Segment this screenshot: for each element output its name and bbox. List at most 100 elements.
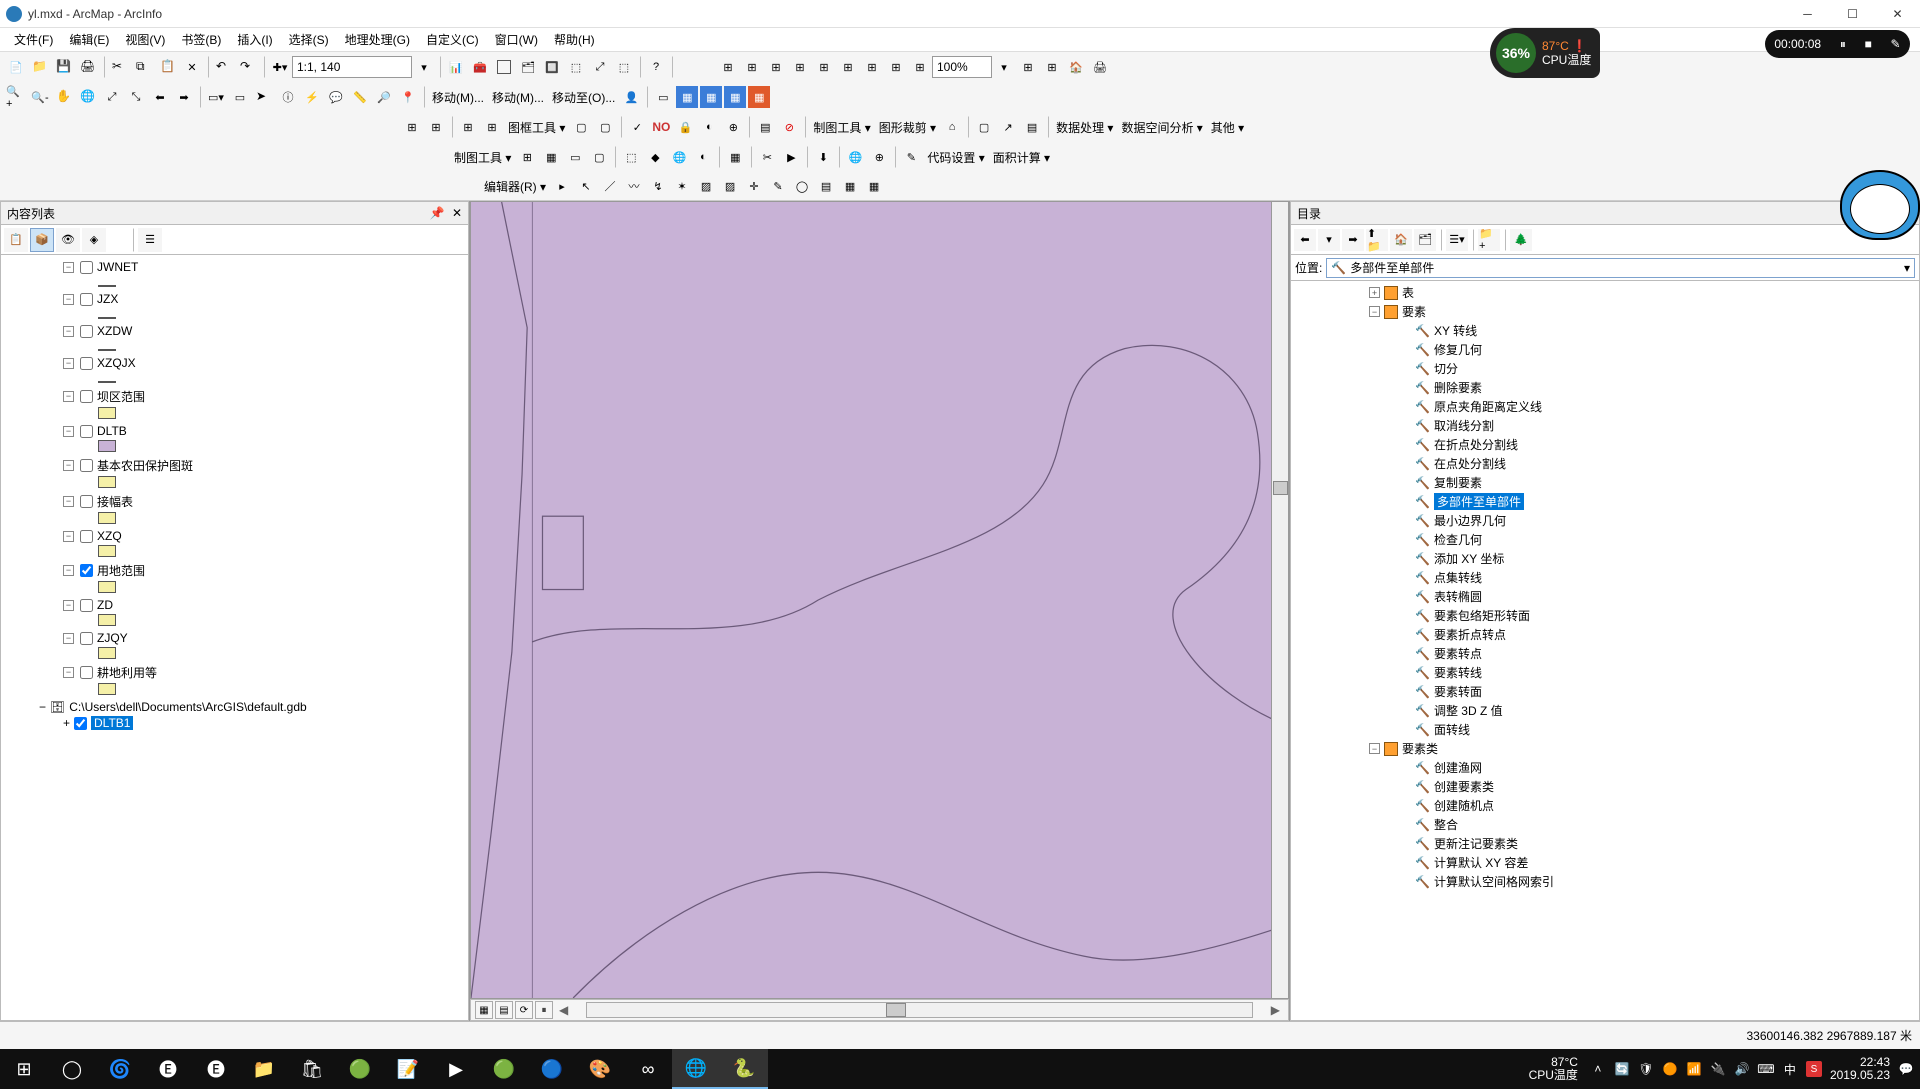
- select-features[interactable]: ▭▾: [205, 86, 227, 108]
- goto-xy[interactable]: 📍: [397, 86, 419, 108]
- select-arrow[interactable]: [253, 86, 275, 108]
- menu-customize[interactable]: 自定义(C): [418, 29, 487, 50]
- delete-button[interactable]: ✕: [181, 56, 203, 78]
- identify-button[interactable]: ⓘ: [277, 86, 299, 108]
- gdb-layer-row[interactable]: + DLTB1: [3, 715, 466, 731]
- expand-icon[interactable]: −: [63, 600, 74, 611]
- cat-tool-item[interactable]: 🔨 面转线: [1293, 720, 1917, 739]
- task-browser[interactable]: 🟢: [480, 1049, 528, 1089]
- draw-tool-d[interactable]: ▦: [748, 86, 770, 108]
- move-m-2[interactable]: 移动(M)...: [488, 89, 548, 106]
- tbtn-d[interactable]: ⬚: [565, 56, 587, 78]
- tbtn-g3[interactable]: ⊞: [765, 56, 787, 78]
- toc-list-by-drawing[interactable]: 📋: [4, 228, 28, 252]
- tbtn-f[interactable]: ⬚: [613, 56, 635, 78]
- tbtn-a[interactable]: [493, 56, 515, 78]
- layer-row[interactable]: − XZQ: [3, 528, 466, 544]
- cat-tool-item[interactable]: 🔨 在折点处分割线: [1293, 435, 1917, 454]
- tray-cpu[interactable]: 87°C CPU温度: [1529, 1056, 1578, 1082]
- layer-checkbox[interactable]: [80, 495, 93, 508]
- r4-f[interactable]: ◆: [644, 146, 666, 168]
- expand-icon[interactable]: −: [63, 262, 74, 273]
- cortana-button[interactable]: ◯: [48, 1049, 96, 1089]
- menu-bookmarks[interactable]: 书签(B): [173, 29, 229, 50]
- menu-selection[interactable]: 选择(S): [281, 29, 337, 50]
- cat-tool-item[interactable]: 🔨 表转椭圆: [1293, 587, 1917, 606]
- layer-checkbox[interactable]: [80, 390, 93, 403]
- layer-checkbox[interactable]: [80, 425, 93, 438]
- r4-a[interactable]: ⊞: [516, 146, 538, 168]
- tbtn-b[interactable]: 🗂: [517, 56, 539, 78]
- redo-button[interactable]: [237, 56, 259, 78]
- layer-checkbox[interactable]: [80, 632, 93, 645]
- tk-f[interactable]: ⊕: [722, 116, 744, 138]
- cat-tool-item[interactable]: 🔨 取消线分割: [1293, 416, 1917, 435]
- cat-back[interactable]: ⬅: [1294, 229, 1316, 251]
- cat-connect-folder[interactable]: 📁+: [1478, 229, 1500, 251]
- r4-g[interactable]: 🌐: [668, 146, 690, 168]
- task-edge[interactable]: 🅔: [192, 1049, 240, 1089]
- menu-file[interactable]: 文件(F): [6, 29, 61, 50]
- move-tool[interactable]: 👤: [620, 86, 642, 108]
- layer-symbol[interactable]: [98, 647, 116, 659]
- cpu-widget[interactable]: 36% 87°C ❗ CPU温度: [1490, 28, 1600, 78]
- tbtn-h2[interactable]: ⊞: [1041, 56, 1063, 78]
- fixed-zoom-in[interactable]: ⤢: [101, 86, 123, 108]
- cat-tree-options[interactable]: 🌲: [1510, 229, 1532, 251]
- menu-geoprocessing[interactable]: 地理处理(G): [337, 29, 418, 50]
- expand-icon[interactable]: −: [63, 667, 74, 678]
- open-button[interactable]: [29, 56, 51, 78]
- layer-symbol[interactable]: [98, 683, 116, 695]
- layer-checkbox[interactable]: [80, 459, 93, 472]
- pan-button[interactable]: [53, 86, 75, 108]
- layer-row[interactable]: − DLTB: [3, 423, 466, 439]
- tray-volume-icon[interactable]: 🔊: [1734, 1061, 1750, 1077]
- screen-recorder-widget[interactable]: 00:00:08 ⏸ ■ ✎: [1765, 30, 1910, 58]
- toolbox-button[interactable]: 🧰: [469, 56, 491, 78]
- new-button[interactable]: 📄: [5, 56, 27, 78]
- tray-keyboard-icon[interactable]: ⌨: [1758, 1061, 1774, 1077]
- tray-power-icon[interactable]: 🔌: [1710, 1061, 1726, 1077]
- cat-fwd[interactable]: ➡: [1342, 229, 1364, 251]
- cat-tool-item[interactable]: 🔨 切分: [1293, 359, 1917, 378]
- full-extent-button[interactable]: [77, 86, 99, 108]
- paste-button[interactable]: [157, 56, 179, 78]
- tray-ball-icon[interactable]: 🟠: [1662, 1061, 1678, 1077]
- expand-icon[interactable]: −: [63, 294, 74, 305]
- catalog-close-icon[interactable]: [1910, 206, 1913, 220]
- zhitu-tool[interactable]: 制图工具 ▾: [809, 119, 874, 136]
- cat-tool-item[interactable]: 🔨 调整 3D Z 值: [1293, 701, 1917, 720]
- hscroll-right[interactable]: ▶: [1271, 1003, 1280, 1017]
- menu-help[interactable]: 帮助(H): [546, 29, 603, 50]
- cat-tool-item[interactable]: 🔨 要素转线: [1293, 663, 1917, 682]
- save-button[interactable]: [53, 56, 75, 78]
- tbtn-c[interactable]: 🔲: [541, 56, 563, 78]
- grid-d[interactable]: ⊞: [481, 116, 503, 138]
- tbtn-g8[interactable]: ⊞: [885, 56, 907, 78]
- cat-home[interactable]: 🏠: [1390, 229, 1412, 251]
- expand-icon[interactable]: −: [63, 496, 74, 507]
- cat-tool-item[interactable]: 🔨 修复几何: [1293, 340, 1917, 359]
- layer-checkbox[interactable]: [80, 666, 93, 679]
- layer-symbol[interactable]: [98, 476, 116, 488]
- ed-e[interactable]: ↯: [647, 175, 669, 197]
- task-ie[interactable]: 🅔: [144, 1049, 192, 1089]
- minimize-button[interactable]: ─: [1785, 0, 1830, 28]
- expand-icon[interactable]: −: [63, 565, 74, 576]
- expand-icon[interactable]: −: [63, 326, 74, 337]
- pause-drawing-button[interactable]: ⏸: [535, 1001, 553, 1019]
- tbtn-h3[interactable]: 🏠: [1065, 56, 1087, 78]
- task-recorder[interactable]: 🔵: [528, 1049, 576, 1089]
- layer-checkbox[interactable]: [80, 261, 93, 274]
- cat-tool-item[interactable]: 🔨 整合: [1293, 815, 1917, 834]
- r4-c[interactable]: ▭: [564, 146, 586, 168]
- cat-tool-item[interactable]: 🔨 删除要素: [1293, 378, 1917, 397]
- draw-tool-c[interactable]: ▦: [724, 86, 746, 108]
- ed-h[interactable]: ▨: [719, 175, 741, 197]
- pause-icon[interactable]: ⏸: [1840, 37, 1846, 52]
- scale-dropdown[interactable]: ▾: [413, 56, 435, 78]
- layer-symbol[interactable]: [98, 285, 116, 287]
- toc-pin-icon[interactable]: 📌: [430, 206, 445, 220]
- layer-row[interactable]: − ZJQY: [3, 630, 466, 646]
- map-vscroll[interactable]: [1271, 202, 1288, 998]
